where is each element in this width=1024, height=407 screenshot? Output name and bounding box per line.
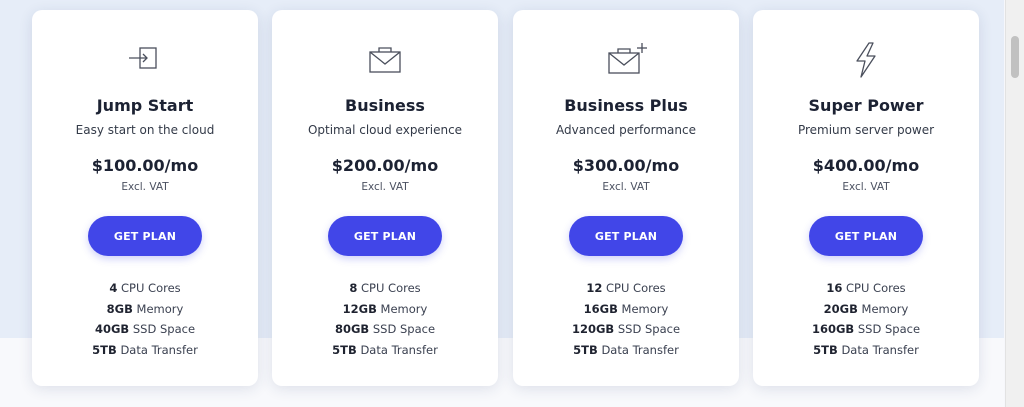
envelope-plus-icon [604,42,648,78]
feature-value: 16GB [583,301,618,316]
feature-label: SSD Space [132,322,196,336]
feature-label: CPU Cores [606,281,666,295]
plan-price: $200.00/mo [331,156,439,175]
plan-price: $400.00/mo [812,156,920,175]
feature-transfer: 5TB Data Transfer [32,340,258,361]
price-note: Excl. VAT [842,181,890,193]
vertical-scrollbar[interactable] [1005,0,1024,407]
sign-in-icon [123,42,167,78]
feature-cpu: 8 CPU Cores [272,278,498,299]
feature-label: CPU Cores [121,281,181,295]
lightning-icon [844,42,888,78]
get-plan-button[interactable]: GET PLAN [328,216,442,256]
feature-value: 4 [109,281,118,295]
feature-label: Memory [136,301,184,316]
feature-value: 40GB [94,322,130,336]
plan-tagline: Premium server power [797,123,935,137]
feature-memory: 20GB Memory [753,299,979,320]
feature-label: Data Transfer [360,342,438,357]
feature-memory: 16GB Memory [513,299,739,320]
plan-card-jump-start: Jump Start Easy start on the cloud $100.… [32,10,258,386]
feature-transfer: 5TB Data Transfer [513,340,739,361]
plan-name: Business Plus [564,96,688,115]
plan-name: Super Power [808,96,924,115]
feature-label: Memory [380,301,428,316]
feature-cpu: 16 CPU Cores [753,278,979,299]
feature-storage: 80GB SSD Space [272,319,498,340]
feature-list: 16 CPU Cores 20GB Memory 160GB SSD Space… [753,278,979,360]
feature-cpu: 12 CPU Cores [513,278,739,299]
feature-value: 20GB [823,301,858,316]
feature-label: SSD Space [372,322,436,336]
feature-value: 120GB [571,322,615,336]
get-plan-button[interactable]: GET PLAN [88,216,202,256]
feature-label: SSD Space [617,322,681,336]
feature-value: 8GB [106,301,133,316]
plan-price: $100.00/mo [91,156,199,175]
envelope-icon [363,42,407,78]
feature-list: 12 CPU Cores 16GB Memory 120GB SSD Space… [513,278,739,360]
get-plan-button[interactable]: GET PLAN [809,216,923,256]
plan-card-business: Business Optimal cloud experience $200.0… [272,10,498,386]
plan-tagline: Optimal cloud experience [307,123,463,137]
feature-label: CPU Cores [361,281,421,295]
price-note: Excl. VAT [361,181,409,193]
feature-label: Data Transfer [120,342,198,357]
feature-cpu: 4 CPU Cores [32,278,258,299]
plan-tagline: Advanced performance [556,123,696,137]
feature-value: 160GB [811,322,855,336]
feature-value: 12GB [342,301,377,316]
price-note: Excl. VAT [602,181,650,193]
feature-label: Data Transfer [841,342,919,357]
feature-label: Data Transfer [601,342,679,357]
plan-card-business-plus: Business Plus Advanced performance $300.… [513,10,739,386]
get-plan-button[interactable]: GET PLAN [569,216,683,256]
feature-transfer: 5TB Data Transfer [753,340,979,361]
feature-list: 8 CPU Cores 12GB Memory 80GB SSD Space 5… [272,278,498,360]
plan-price: $300.00/mo [572,156,680,175]
feature-value: 80GB [334,322,370,336]
feature-storage: 40GB SSD Space [32,319,258,340]
feature-value: 16 [826,281,843,295]
feature-value: 5TB [332,342,357,357]
feature-value: 8 [349,281,358,295]
feature-memory: 12GB Memory [272,299,498,320]
feature-value: 12 [586,281,603,295]
feature-storage: 120GB SSD Space [513,319,739,340]
feature-list: 4 CPU Cores 8GB Memory 40GB SSD Space 5T… [32,278,258,360]
feature-storage: 160GB SSD Space [753,319,979,340]
feature-label: Memory [861,301,909,316]
plan-card-super-power: Super Power Premium server power $400.00… [753,10,979,386]
plan-name: Jump Start [96,96,194,115]
scrollbar-thumb[interactable] [1011,36,1019,78]
feature-value: 5TB [573,342,598,357]
feature-label: Memory [621,301,669,316]
feature-transfer: 5TB Data Transfer [272,340,498,361]
plan-tagline: Easy start on the cloud [75,123,215,137]
feature-value: 5TB [813,342,838,357]
pricing-section: Jump Start Easy start on the cloud $100.… [0,0,1004,407]
feature-value: 5TB [92,342,117,357]
feature-memory: 8GB Memory [32,299,258,320]
plan-name: Business [345,96,425,115]
feature-label: CPU Cores [846,281,906,295]
price-note: Excl. VAT [121,181,169,193]
feature-label: SSD Space [857,322,921,336]
